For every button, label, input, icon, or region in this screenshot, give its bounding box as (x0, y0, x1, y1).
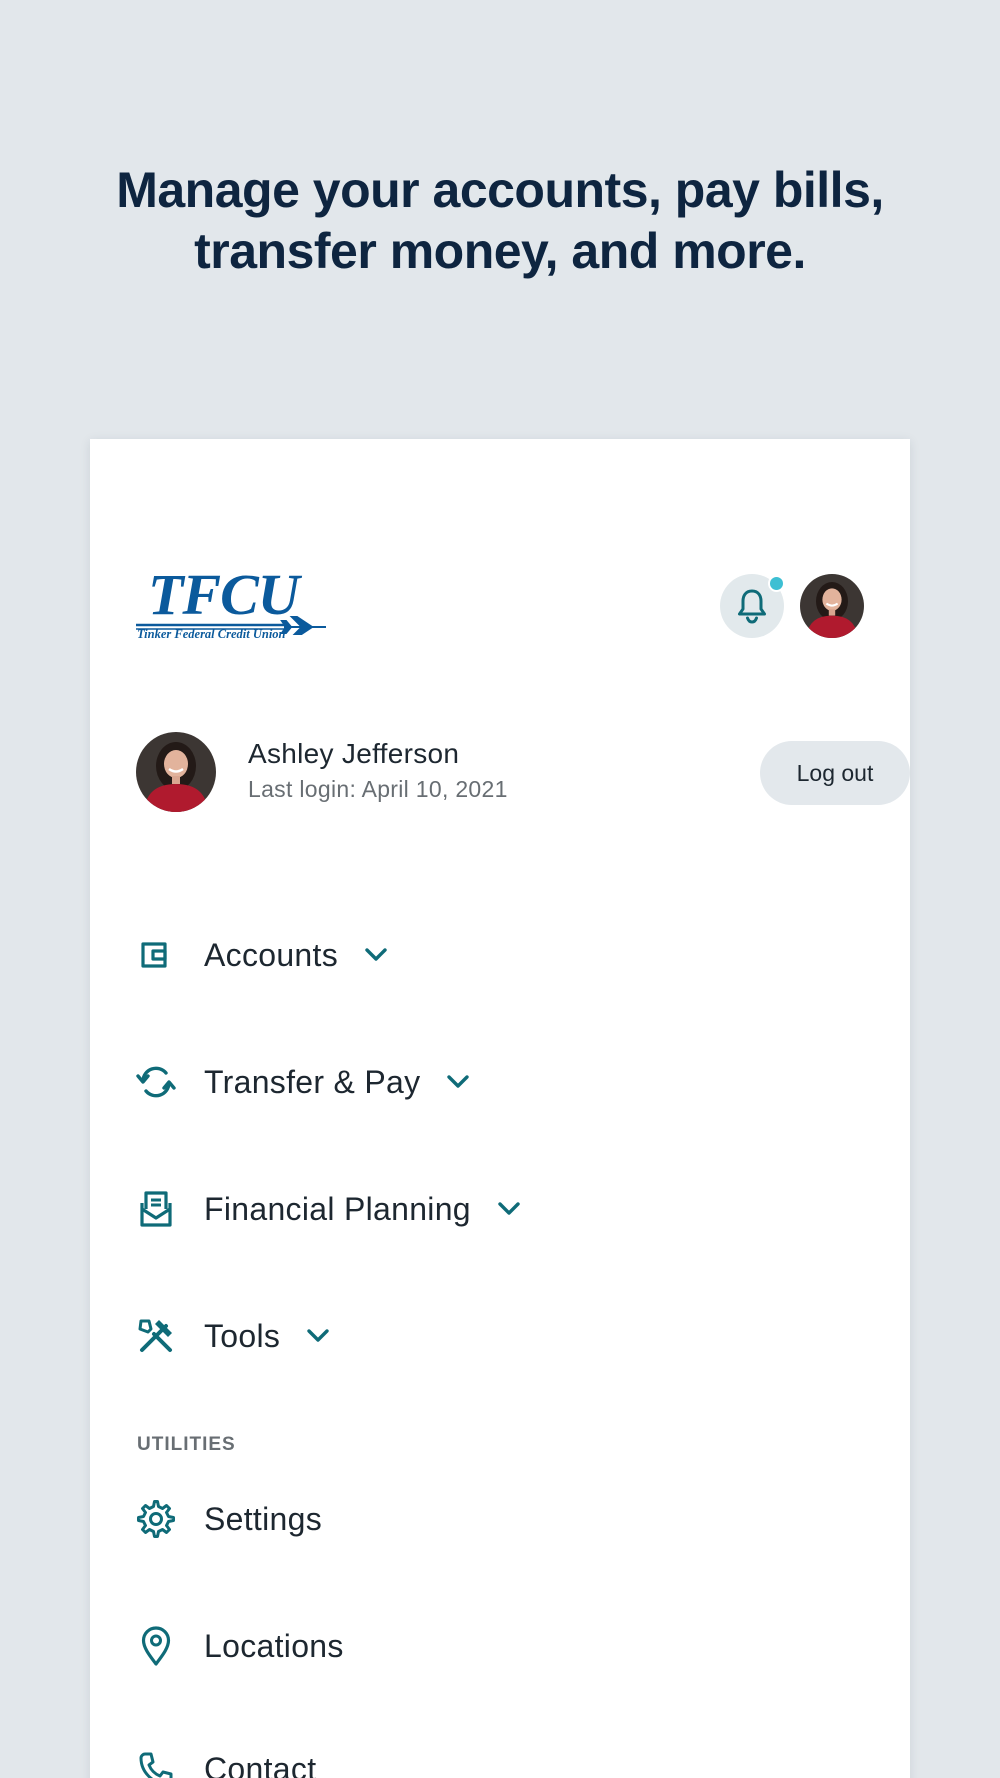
headline-line-1: Manage your accounts, pay bills, (116, 162, 884, 218)
nav-item-label: Contact (204, 1750, 317, 1778)
nav-item-label: Settings (204, 1500, 323, 1537)
nav-item-label: Locations (204, 1627, 344, 1664)
nav-item-accounts[interactable]: Accounts (136, 925, 736, 985)
nav-item-locations[interactable]: Locations (136, 1616, 736, 1676)
phone-icon (124, 1739, 188, 1778)
wallet-icon (124, 925, 188, 985)
bell-icon (738, 589, 766, 624)
headline-line-2: transfer money, and more. (194, 223, 806, 279)
map-pin-icon (124, 1616, 188, 1676)
chevron-down-icon[interactable] (364, 945, 390, 965)
nav-item-label: Transfer & Pay (204, 1063, 421, 1100)
tools-icon (124, 1306, 188, 1366)
transfer-icon (124, 1052, 188, 1112)
nav-item-tools[interactable]: Tools (136, 1306, 736, 1366)
chevron-down-icon[interactable] (446, 1072, 472, 1092)
inbox-icon (124, 1179, 188, 1239)
utilities-heading: UTILITIES (137, 1434, 236, 1455)
nav-item-financial-planning[interactable]: Financial Planning (136, 1179, 736, 1239)
avatar[interactable] (800, 574, 864, 638)
app-menu-card: TFCU Tinker Federal Credit Union Ashley … (90, 439, 910, 1778)
nav-item-label: Financial Planning (204, 1190, 471, 1227)
page-headline: Manage your accounts, pay bills, transfe… (0, 160, 1000, 282)
tfcu-logo[interactable]: TFCU Tinker Federal Credit Union (136, 565, 326, 643)
nav-item-label: Tools (204, 1317, 281, 1354)
profile-photo (136, 732, 216, 812)
last-login: Last login: April 10, 2021 (248, 776, 508, 802)
page: Manage your accounts, pay bills, transfe… (0, 0, 1000, 1778)
nav-item-settings[interactable]: Settings (136, 1489, 736, 1549)
profile-avatar (136, 732, 216, 812)
nav-item-transfer-pay[interactable]: Transfer & Pay (136, 1052, 736, 1112)
logout-button[interactable]: Log out (760, 741, 910, 805)
user-name: Ashley Jefferson (248, 738, 460, 769)
gear-icon (124, 1489, 188, 1549)
avatar-photo (800, 574, 864, 638)
notification-badge (768, 575, 785, 592)
nav-item-contact[interactable]: Contact (136, 1739, 736, 1778)
user-profile: Ashley Jefferson Last login: April 10, 2… (136, 732, 910, 812)
notifications-button[interactable] (720, 574, 785, 638)
nav-item-label: Accounts (204, 936, 339, 973)
chevron-down-icon[interactable] (497, 1199, 523, 1219)
chevron-down-icon[interactable] (306, 1326, 332, 1346)
logo-subtitle: Tinker Federal Credit Union (137, 627, 286, 641)
